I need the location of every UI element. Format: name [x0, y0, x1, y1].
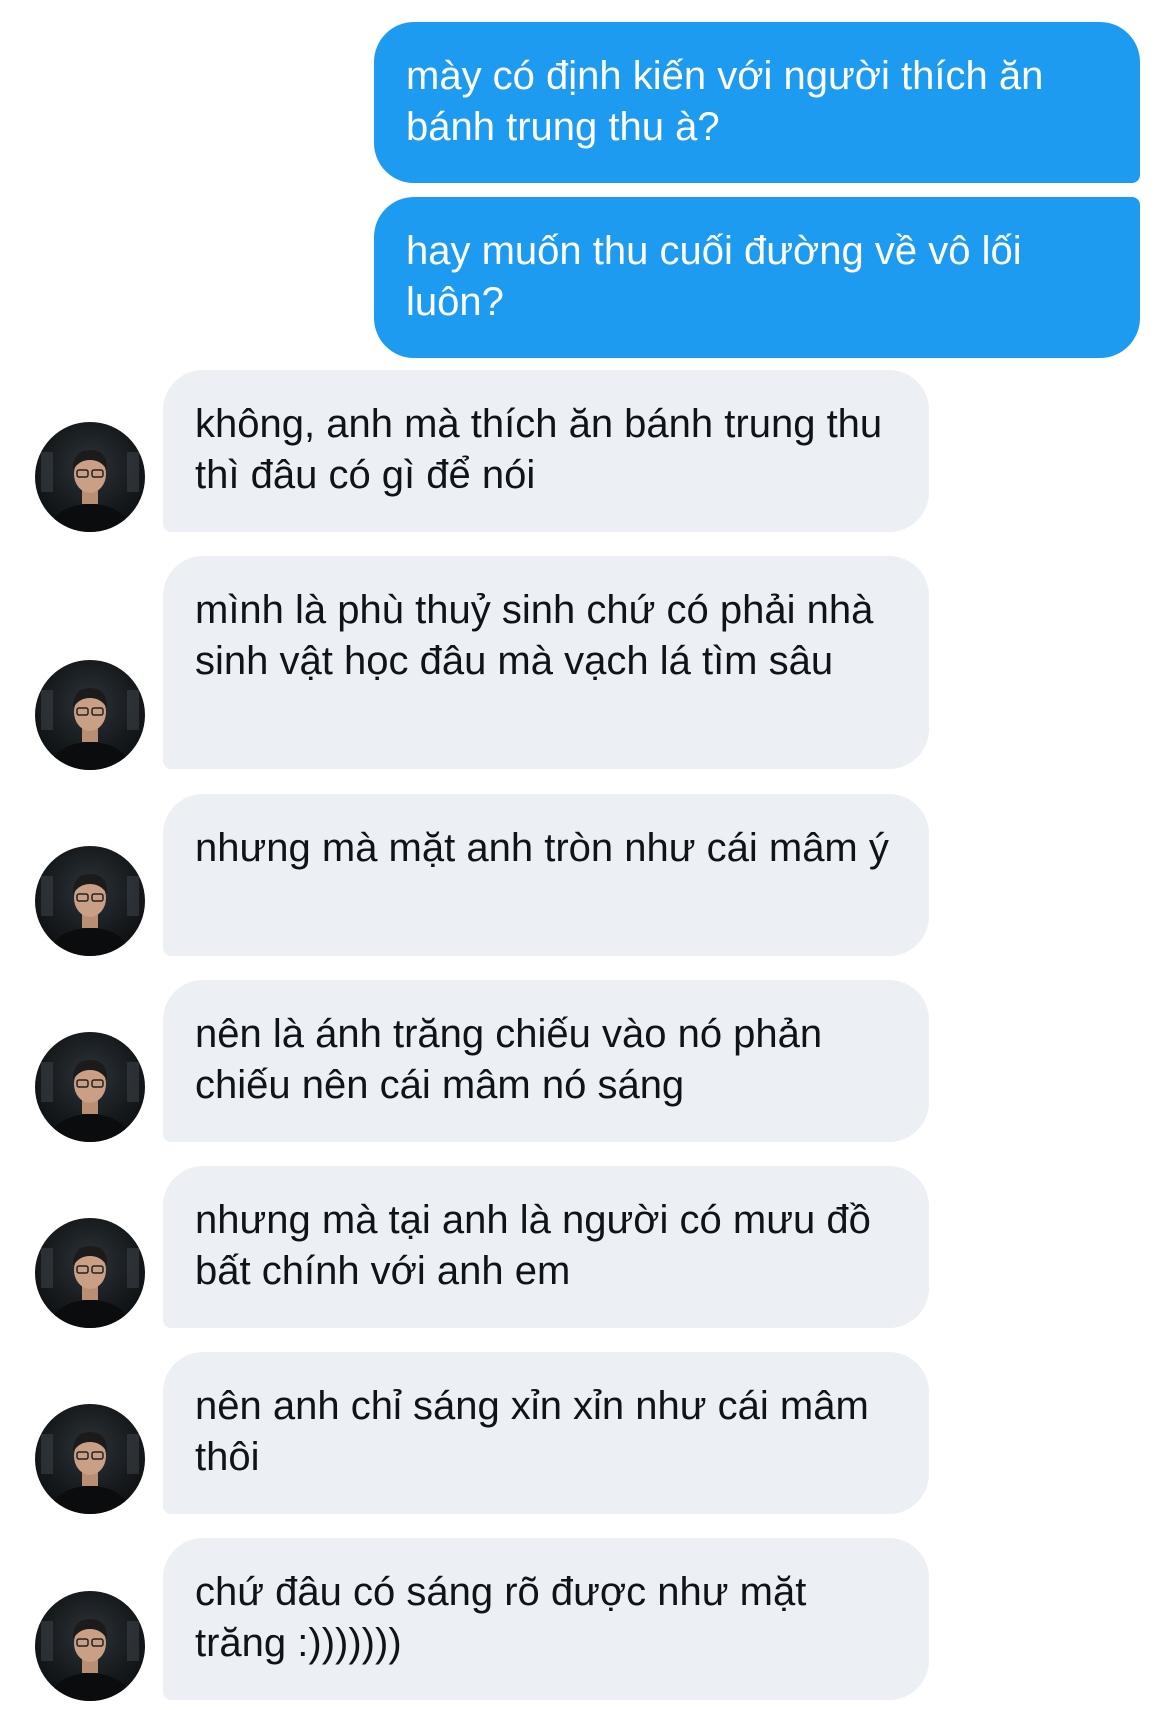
incoming-message[interactable]: mình là phù thuỷ sinh chứ có phải nhà si… — [163, 556, 929, 769]
incoming-message[interactable]: chứ đâu có sáng rõ được như mặt trăng :)… — [163, 1538, 929, 1700]
sender-avatar-icon[interactable] — [35, 1032, 145, 1142]
sender-avatar-icon[interactable] — [35, 422, 145, 532]
message-thread: mày có định kiến với người thích ăn bánh… — [0, 0, 1170, 1710]
sender-avatar-icon[interactable] — [35, 1218, 145, 1328]
incoming-message[interactable]: nhưng mà mặt anh tròn như cái mâm ý — [163, 794, 929, 956]
incoming-message[interactable]: nên là ánh trăng chiếu vào nó phản chiếu… — [163, 980, 929, 1142]
sender-avatar-icon[interactable] — [35, 660, 145, 770]
incoming-message[interactable]: không, anh mà thích ăn bánh trung thu th… — [163, 370, 929, 532]
sender-avatar-icon[interactable] — [35, 1591, 145, 1701]
sender-avatar-icon[interactable] — [35, 846, 145, 956]
incoming-message[interactable]: nên anh chỉ sáng xỉn xỉn như cái mâm thô… — [163, 1352, 929, 1514]
incoming-message[interactable]: nhưng mà tại anh là người có mưu đồ bất … — [163, 1166, 929, 1328]
sender-avatar-icon[interactable] — [35, 1404, 145, 1514]
outgoing-message[interactable]: mày có định kiến với người thích ăn bánh… — [374, 22, 1140, 183]
outgoing-message[interactable]: hay muốn thu cuối đường về vô lối luôn? — [374, 197, 1140, 358]
